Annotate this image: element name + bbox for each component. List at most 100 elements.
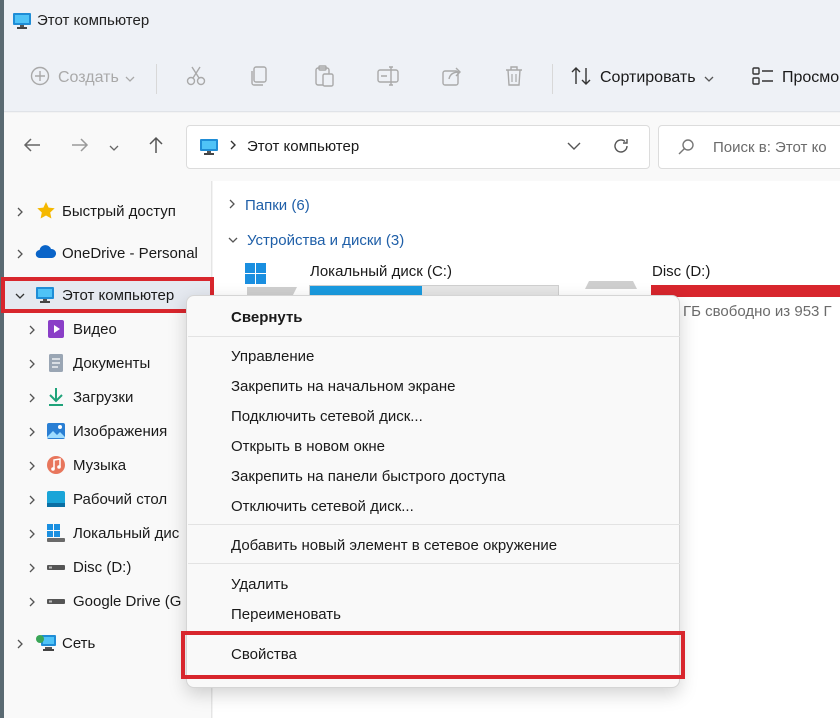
group-header-label: Устройства и диски (3) — [247, 232, 405, 249]
sidebar-item-label: Google Drive (G — [73, 593, 182, 610]
paste-button[interactable] — [313, 64, 335, 92]
star-icon — [36, 201, 56, 221]
sidebar-item-label: Загрузки — [73, 389, 134, 406]
drive-icon — [46, 591, 66, 611]
context-menu: Свернуть Управление Закрепить на начальн… — [186, 295, 680, 688]
group-header-label: Папки (6) — [245, 197, 310, 214]
group-header-devices[interactable]: Устройства и диски (3) — [227, 232, 404, 249]
search-input[interactable]: Поиск в: Этот ко — [658, 125, 840, 169]
scissors-icon — [185, 65, 207, 91]
view-button[interactable]: Просмо — [752, 64, 839, 92]
drive-name: Локальный диск (C:) — [310, 263, 452, 280]
navigation-bar: Этот компьютер Поиск в: Этот ко — [4, 113, 840, 181]
cloud-icon — [35, 244, 57, 264]
menu-item-manage[interactable]: Управление — [231, 348, 314, 365]
command-bar: Создать Сортировать Просмо — [4, 44, 840, 112]
highlight-box-this-pc — [1, 277, 214, 313]
sidebar-item-label: Видео — [73, 321, 117, 338]
sidebar-item-label: Музыка — [73, 457, 127, 474]
computer-icon — [12, 12, 32, 34]
sidebar-item-quick-access[interactable]: Быстрый доступ — [4, 196, 212, 226]
sidebar-item-documents[interactable]: Документы — [4, 348, 212, 378]
toolbar-divider — [156, 64, 157, 94]
new-button-label: Создать — [58, 69, 119, 86]
drive-free-space: ГБ свободно из 953 Г — [683, 303, 832, 320]
plus-circle-icon — [30, 66, 50, 90]
sort-button[interactable]: Сортировать — [570, 64, 714, 92]
copy-button[interactable] — [249, 64, 269, 92]
sort-button-label: Сортировать — [600, 69, 696, 86]
group-header-folders[interactable]: Папки (6) — [227, 197, 310, 214]
network-icon — [35, 633, 56, 653]
chevron-right-icon — [26, 425, 38, 437]
chevron-right-icon — [26, 595, 38, 607]
sidebar-item-label: Сеть — [62, 635, 96, 652]
chevron-right-icon — [26, 493, 38, 505]
breadcrumb[interactable]: Этот компьютер — [247, 138, 359, 155]
new-button[interactable]: Создать — [30, 64, 135, 92]
menu-divider — [188, 336, 680, 337]
search-icon — [677, 138, 695, 160]
drive-usage-bar — [651, 285, 840, 297]
sidebar-item-label: Документы — [73, 355, 151, 372]
sidebar-item-label: Быстрый доступ — [62, 203, 176, 220]
menu-item-collapse[interactable]: Свернуть — [231, 309, 303, 326]
up-button[interactable] — [142, 133, 170, 161]
sidebar-item-local-disk[interactable]: Локальный дис — [4, 518, 212, 548]
sidebar-item-pictures[interactable]: Изображения — [4, 416, 212, 446]
sidebar-item-disc-d[interactable]: Disc (D:) — [4, 552, 212, 582]
share-button[interactable] — [441, 64, 463, 92]
sidebar-item-videos[interactable]: Видео — [4, 314, 212, 344]
chevron-right-icon — [14, 247, 26, 259]
chevron-right-icon — [14, 637, 26, 649]
drive-icon — [46, 557, 66, 577]
search-placeholder: Поиск в: Этот ко — [713, 139, 827, 156]
share-icon — [441, 65, 463, 91]
sidebar-item-onedrive[interactable]: OneDrive - Personal — [4, 238, 212, 268]
windows-drive-icon — [46, 523, 66, 543]
arrow-up-icon — [148, 136, 164, 158]
address-bar[interactable]: Этот компьютер — [186, 125, 650, 169]
chevron-right-icon — [26, 357, 38, 369]
document-icon — [47, 353, 67, 373]
address-history-button[interactable] — [567, 138, 581, 155]
back-button[interactable] — [18, 133, 46, 161]
trash-icon — [504, 65, 524, 91]
forward-button[interactable] — [66, 133, 94, 161]
sidebar-item-music[interactable]: Музыка — [4, 450, 212, 480]
sidebar-item-downloads[interactable]: Загрузки — [4, 382, 212, 412]
refresh-icon[interactable] — [611, 136, 631, 160]
cut-button[interactable] — [185, 64, 207, 92]
chevron-down-icon — [227, 232, 239, 249]
menu-divider — [188, 563, 680, 564]
chevron-right-icon — [14, 205, 26, 217]
menu-item-add-network-location[interactable]: Добавить новый элемент в сетевое окружен… — [231, 537, 557, 554]
recent-locations-button[interactable] — [106, 133, 122, 161]
toolbar-divider — [552, 64, 553, 94]
chevron-down-icon — [125, 70, 135, 87]
menu-item-pin-quick-access[interactable]: Закрепить на панели быстрого доступа — [231, 468, 505, 485]
menu-item-disconnect-network-drive[interactable]: Отключить сетевой диск... — [231, 498, 414, 515]
menu-item-rename[interactable]: Переименовать — [231, 606, 341, 623]
sidebar-item-desktop[interactable]: Рабочий стол — [4, 484, 212, 514]
image-icon — [46, 421, 66, 441]
menu-divider — [188, 524, 680, 525]
delete-button[interactable] — [504, 64, 524, 92]
arrow-right-icon — [71, 137, 89, 157]
menu-item-map-network-drive[interactable]: Подключить сетевой диск... — [231, 408, 423, 425]
rename-button[interactable] — [377, 64, 399, 92]
menu-item-open-new-window[interactable]: Открыть в новом окне — [231, 438, 385, 455]
music-icon — [46, 455, 66, 475]
sidebar-item-google-drive[interactable]: Google Drive (G — [4, 586, 212, 616]
breadcrumb-chevron-icon — [229, 138, 237, 154]
menu-item-pin-to-start[interactable]: Закрепить на начальном экране — [231, 378, 455, 395]
arrow-left-icon — [23, 137, 41, 157]
view-button-label: Просмо — [782, 69, 840, 86]
sidebar-item-label: Disc (D:) — [73, 559, 132, 576]
chevron-right-icon — [26, 391, 38, 403]
chevron-right-icon — [227, 197, 237, 214]
sidebar-item-label: Локальный дис — [73, 525, 180, 542]
chevron-down-icon — [109, 139, 119, 156]
sidebar-item-label: Рабочий стол — [73, 491, 168, 508]
menu-item-delete[interactable]: Удалить — [231, 576, 288, 593]
